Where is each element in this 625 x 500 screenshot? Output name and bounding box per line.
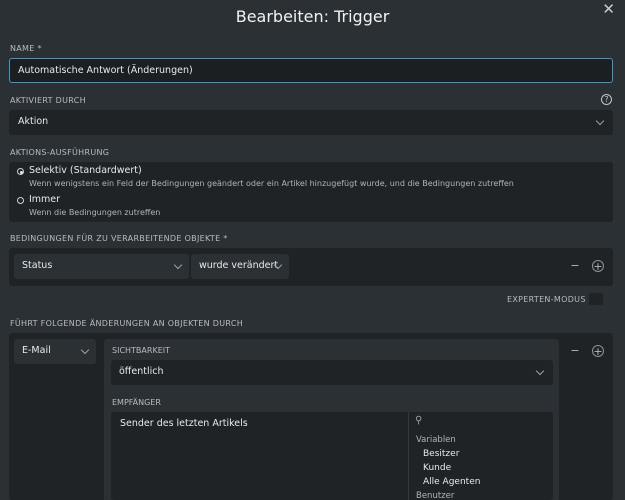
action-type-value: E-Mail (22, 345, 51, 356)
option-description: Wenn die Bedingungen zutreffen (29, 208, 161, 217)
condition-operator-select[interactable]: wurde verändert (191, 254, 289, 279)
visibility-label: SICHTBARKEIT (112, 346, 170, 355)
execution-option-selective[interactable]: Selektiv (Standardwert) Wenn wenigstens … (9, 162, 613, 192)
help-icon[interactable]: ? (601, 94, 612, 105)
name-value: Automatische Antwort (Änderungen) (18, 65, 193, 76)
recipient-label: EMPFÄNGER (112, 398, 161, 407)
chevron-down-icon (535, 366, 545, 376)
recipient-multiselect[interactable]: Sender des letzten Artikels ⚲ Variablen … (111, 412, 553, 500)
name-input[interactable]: Automatische Antwort (Änderungen) (9, 58, 613, 83)
picker-group-users: Benutzer (416, 491, 455, 500)
close-icon[interactable]: ✕ (602, 0, 615, 18)
chevron-down-icon (595, 116, 605, 126)
add-action-icon[interactable]: + (592, 345, 604, 357)
visibility-select[interactable]: öffentlich (111, 360, 553, 385)
action-type-select[interactable]: E-Mail (14, 339, 96, 364)
activated-by-label: AKTIVIERT DURCH (10, 96, 86, 105)
remove-action-icon[interactable]: − (569, 345, 581, 357)
conditions-row: Status wurde verändert − + (9, 248, 613, 286)
expert-mode-label: EXPERTEN-MODUS (507, 295, 586, 304)
remove-condition-icon[interactable]: − (569, 260, 581, 272)
actions-label: FÜHRT FOLGENDE ÄNDERUNGEN AN OBJEKTEN DU… (10, 319, 244, 328)
condition-attribute-select[interactable]: Status (14, 254, 189, 279)
radio-selected-icon[interactable] (17, 168, 24, 175)
dialog-title: Bearbeiten: Trigger (235, 7, 390, 26)
activated-by-select[interactable]: Aktion (9, 110, 613, 135)
picker-item-all-agents[interactable]: Alle Agenten (423, 477, 480, 487)
activated-by-value: Aktion (18, 116, 49, 127)
chevron-down-icon (80, 345, 90, 355)
visibility-value: öffentlich (119, 366, 164, 377)
option-title: Immer (29, 194, 61, 205)
option-description: Wenn wenigstens ein Feld der Bedingungen… (29, 179, 514, 188)
conditions-label: BEDINGUNGEN FÜR ZU VERARBEITENDE OBJEKTE… (10, 234, 228, 243)
radio-unselected-icon[interactable] (17, 197, 24, 204)
add-condition-icon[interactable]: + (592, 260, 604, 272)
execution-label: AKTIONS-AUSFÜHRUNG (10, 148, 110, 157)
picker-group-variables: Variablen (416, 435, 456, 445)
chevron-down-icon (173, 260, 183, 270)
search-icon[interactable]: ⚲ (415, 415, 422, 426)
picker-item-owner[interactable]: Besitzer (423, 449, 459, 459)
actions-panel: E-Mail SICHTBARKEIT öffentlich EMPFÄNGER… (9, 333, 613, 500)
email-action-settings: SICHTBARKEIT öffentlich EMPFÄNGER Sender… (104, 339, 559, 500)
condition-attribute-value: Status (22, 260, 53, 271)
name-label: NAME * (10, 44, 42, 53)
recipient-picker: ⚲ Variablen Besitzer Kunde Alle Agenten … (408, 412, 553, 500)
recipient-selected-item[interactable]: Sender des letzten Artikels (120, 418, 248, 429)
execution-radio-group: Selektiv (Standardwert) Wenn wenigstens … (9, 162, 613, 222)
condition-operator-value: wurde verändert (199, 260, 279, 271)
expert-mode-toggle[interactable] (589, 293, 603, 305)
picker-item-customer[interactable]: Kunde (423, 463, 451, 473)
option-title: Selektiv (Standardwert) (29, 165, 142, 176)
execution-option-always[interactable]: Immer Wenn die Bedingungen zutreffen (9, 192, 613, 222)
